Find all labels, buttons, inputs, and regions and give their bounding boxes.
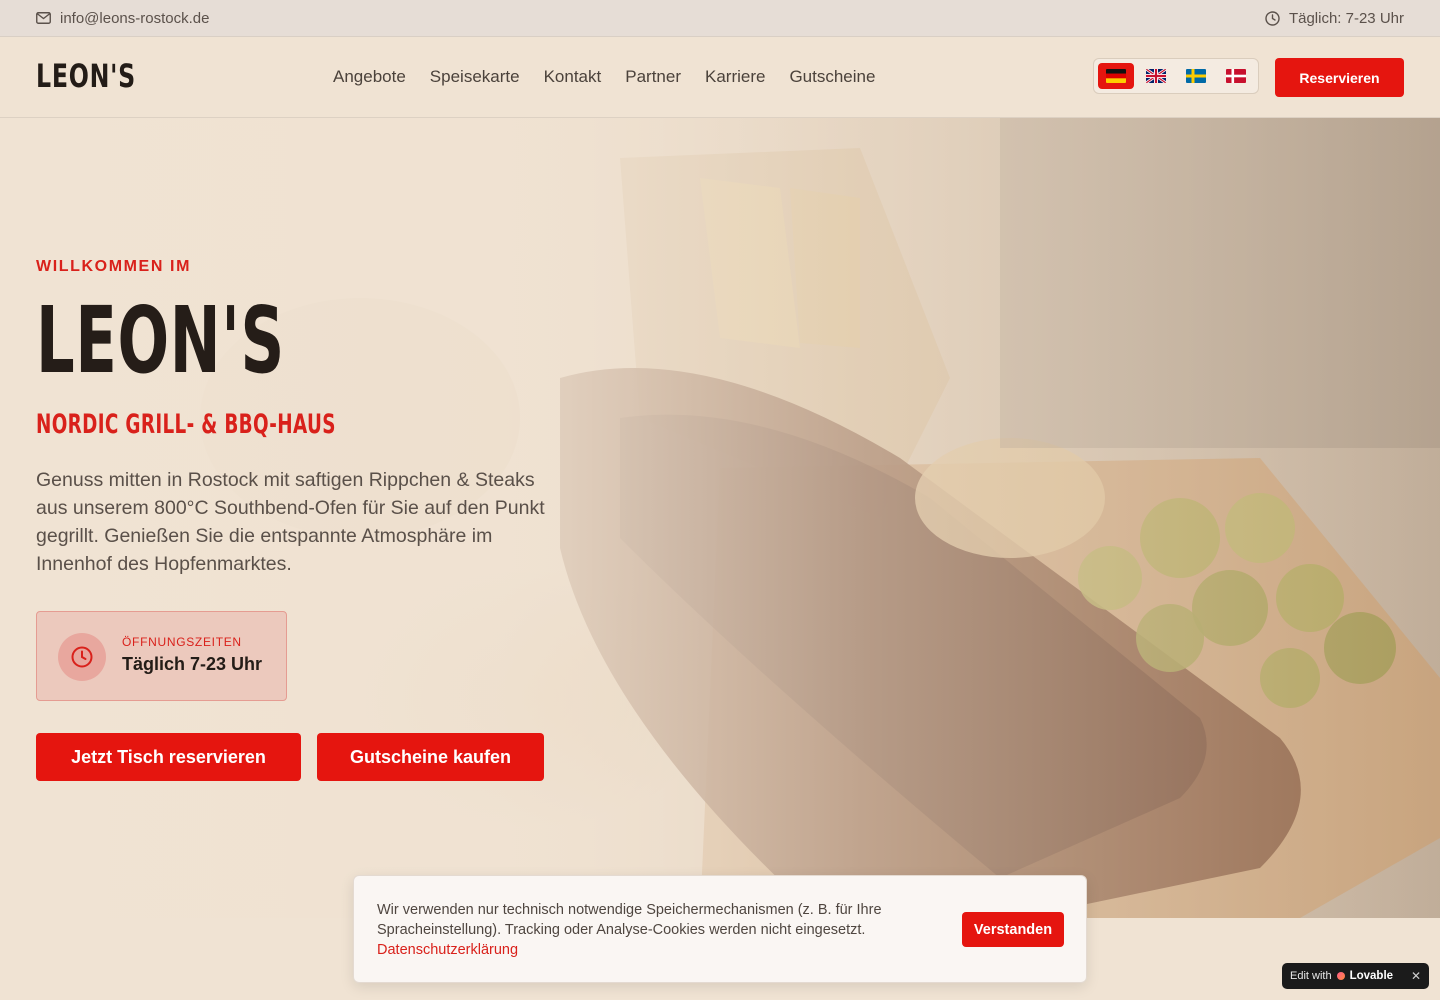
privacy-policy-link[interactable]: Datenschutzerklärung [377,940,937,960]
buy-vouchers-button[interactable]: Gutscheine kaufen [317,733,544,781]
nav-link-speisekarte[interactable]: Speisekarte [430,67,520,87]
clock-icon [1265,10,1280,26]
flag-sweden-icon [1186,69,1206,83]
nav-link-kontakt[interactable]: Kontakt [544,67,602,87]
flag-denmark-icon [1226,69,1246,83]
header-reserve-button[interactable]: Reservieren [1275,58,1404,97]
language-en-button[interactable] [1138,63,1174,89]
language-da-button[interactable] [1218,63,1254,89]
language-sv-button[interactable] [1178,63,1214,89]
language-de-button[interactable] [1098,63,1134,89]
cookie-message: Wir verwenden nur technisch notwendige S… [377,902,882,938]
cookie-banner: Wir verwenden nur technisch notwendige S… [353,875,1087,983]
site-header: LEON'S Angebote Speisekarte Kontakt Part… [0,37,1440,118]
flag-uk-icon [1146,69,1166,83]
hero-section: WILLKOMMEN IM LEON'S NORDIC GRILL- & BBQ… [0,118,1440,918]
badge-prefix: Edit with [1290,970,1332,982]
badge-brand: Lovable [1349,970,1394,982]
close-icon[interactable]: ✕ [1411,969,1421,983]
top-info-bar: info@leons-rostock.de Täglich: 7-23 Uhr [0,0,1440,37]
site-logo[interactable]: LEON'S [36,57,136,95]
opening-hours-value: Täglich 7-23 Uhr [122,654,263,674]
opening-hours-card: ÖFFNUNGSZEITEN Täglich 7-23 Uhr [36,611,287,701]
nav-link-karriere[interactable]: Karriere [705,67,765,87]
hero-subtitle: NORDIC GRILL- & BBQ-HAUS [36,409,336,440]
nav-link-gutscheine[interactable]: Gutscheine [789,67,875,87]
flag-germany-icon [1106,69,1126,83]
cookie-accept-button[interactable]: Verstanden [962,912,1064,947]
edit-with-lovable-badge[interactable]: Edit with Lovable ✕ [1282,963,1429,989]
hero-kicker: WILLKOMMEN IM [36,258,191,275]
contact-email-text[interactable]: info@leons-rostock.de [60,10,209,27]
opening-hours-label: ÖFFNUNGSZEITEN [122,635,242,649]
contact-email[interactable]: info@leons-rostock.de [36,10,209,27]
main-nav: Angebote Speisekarte Kontakt Partner Kar… [333,37,875,117]
hero-description: Genuss mitten in Rostock mit saftigen Ri… [36,469,545,575]
cookie-text-block: Wir verwenden nur technisch notwendige S… [377,900,937,960]
mail-icon [36,12,51,24]
lovable-logo-icon [1336,972,1345,980]
hero-title: LEON'S [36,287,285,394]
clock-icon [58,633,106,681]
reserve-table-button[interactable]: Jetzt Tisch reservieren [36,733,301,781]
opening-hours-text: Täglich: 7-23 Uhr [1288,9,1404,27]
opening-hours-info: Täglich: 7-23 Uhr [1265,10,1404,27]
nav-link-angebote[interactable]: Angebote [333,67,406,87]
nav-link-partner[interactable]: Partner [625,67,681,87]
language-switcher [1093,58,1259,94]
